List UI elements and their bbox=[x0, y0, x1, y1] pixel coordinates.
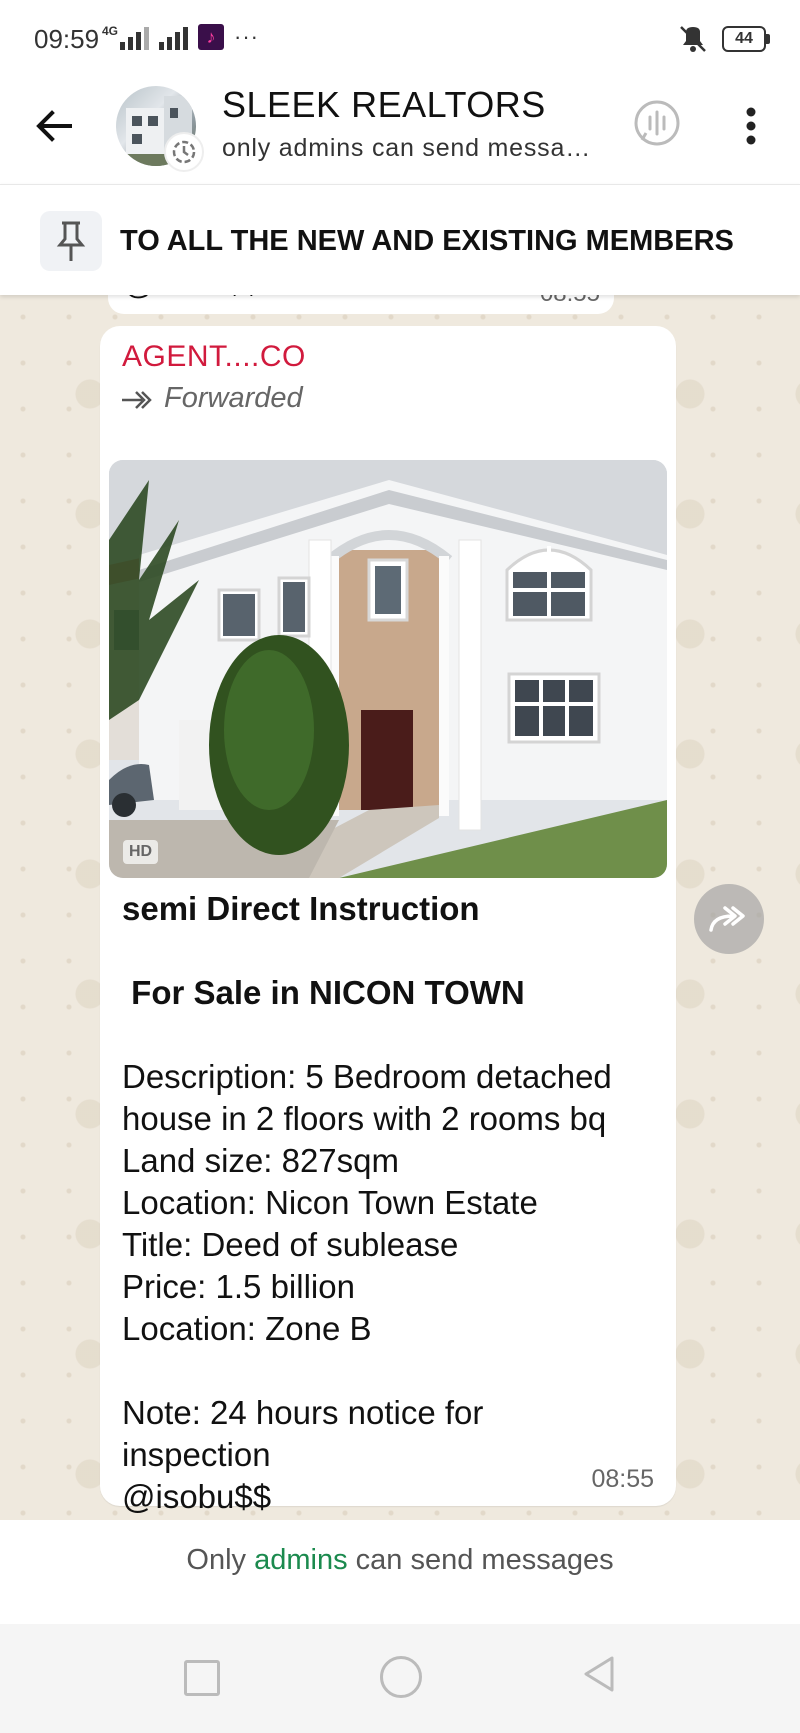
voice-chat-icon[interactable] bbox=[632, 98, 682, 148]
admins-link[interactable]: admins bbox=[254, 1544, 348, 1576]
notice-prefix: Only bbox=[186, 1544, 255, 1576]
nav-recents-icon[interactable] bbox=[184, 1660, 220, 1696]
battery-icon: 44 bbox=[722, 26, 770, 52]
chat-header: SLEEK REALTORS only admins can send mess… bbox=[0, 76, 800, 184]
previous-message-text: @isobu$$ bbox=[124, 294, 260, 302]
music-app-icon: ♪ bbox=[198, 24, 225, 50]
caption-line: @isobu$$ bbox=[122, 1478, 272, 1515]
message-bubble[interactable]: AGENT....CO Forwarded HD semi Direct Ins… bbox=[100, 326, 676, 1515]
caption-line: Location: Nicon Town Estate bbox=[122, 1184, 538, 1221]
status-bar: 09:59 4G ♪ ··· 44 bbox=[0, 0, 800, 76]
chat-title[interactable]: SLEEK REALTORS bbox=[222, 84, 546, 126]
message-caption: semi Direct Instruction For Sale in NICO… bbox=[122, 888, 662, 1518]
back-arrow-icon[interactable] bbox=[30, 102, 78, 150]
message-sender[interactable]: AGENT....CO bbox=[122, 340, 306, 374]
nav-back-icon[interactable] bbox=[580, 1654, 620, 1694]
caption-line: semi Direct Instruction bbox=[122, 890, 480, 927]
forwarded-icon bbox=[122, 390, 152, 409]
message-time: 08:55 bbox=[591, 1465, 654, 1493]
chat-subtitle[interactable]: only admins can send messages bbox=[222, 134, 602, 163]
avatar-status-icon bbox=[164, 132, 204, 172]
caption-line: Title: Deed of sublease bbox=[122, 1226, 459, 1263]
admins-only-notice: Only admins can send messages bbox=[0, 1520, 800, 1624]
house-image bbox=[109, 460, 667, 878]
forwarded-indicator: Forwarded bbox=[120, 382, 303, 415]
hd-badge: HD bbox=[123, 840, 159, 864]
caption-blank bbox=[122, 930, 662, 972]
caption-line: Description: 5 Bedroom detached bbox=[122, 1058, 612, 1095]
caption-line: Price: 1.5 billion bbox=[122, 1268, 355, 1305]
pin-icon bbox=[40, 211, 102, 271]
status-left-icons: 4G ♪ ··· bbox=[102, 24, 259, 50]
caption-line: inspection bbox=[122, 1436, 271, 1473]
house-photo[interactable]: HD bbox=[109, 460, 667, 878]
chat-area: @isobu$$ 08:55 AGENT....CO Forwarded bbox=[0, 294, 800, 1520]
notice-suffix: can send messages bbox=[347, 1544, 614, 1576]
forwarded-label: Forwarded bbox=[164, 382, 303, 414]
pinned-message-text[interactable]: TO ALL THE NEW AND EXISTING MEMBERS bbox=[120, 225, 770, 258]
previous-message-bubble[interactable]: @isobu$$ 08:55 bbox=[108, 294, 614, 314]
pinned-message-bar[interactable]: TO ALL THE NEW AND EXISTING MEMBERS bbox=[0, 184, 800, 295]
more-vert-icon[interactable] bbox=[736, 102, 766, 150]
caption-line: house in 2 floors with 2 rooms bq bbox=[122, 1100, 607, 1137]
status-right-icons: 44 bbox=[676, 24, 770, 54]
caption-line: Location: Zone B bbox=[122, 1310, 372, 1347]
network-label: 4G bbox=[102, 24, 119, 38]
caption-line: Note: 24 hours notice for bbox=[122, 1394, 484, 1431]
network-4g-icon: 4G bbox=[102, 24, 150, 50]
signal-icon bbox=[159, 26, 189, 50]
caption-blank bbox=[122, 1014, 662, 1056]
vibrate-off-icon bbox=[680, 26, 706, 52]
caption-line: Land size: 827sqm bbox=[122, 1142, 400, 1179]
forward-share-icon[interactable] bbox=[694, 884, 764, 954]
more-notifications-icon: ··· bbox=[234, 24, 259, 49]
status-time: 09:59 bbox=[34, 24, 100, 54]
system-nav-bar bbox=[0, 1624, 800, 1733]
nav-home-icon[interactable] bbox=[380, 1656, 422, 1698]
caption-line: For Sale in NICON TOWN bbox=[122, 974, 525, 1011]
previous-message-time: 08:55 bbox=[540, 294, 600, 308]
caption-blank bbox=[122, 1350, 662, 1392]
